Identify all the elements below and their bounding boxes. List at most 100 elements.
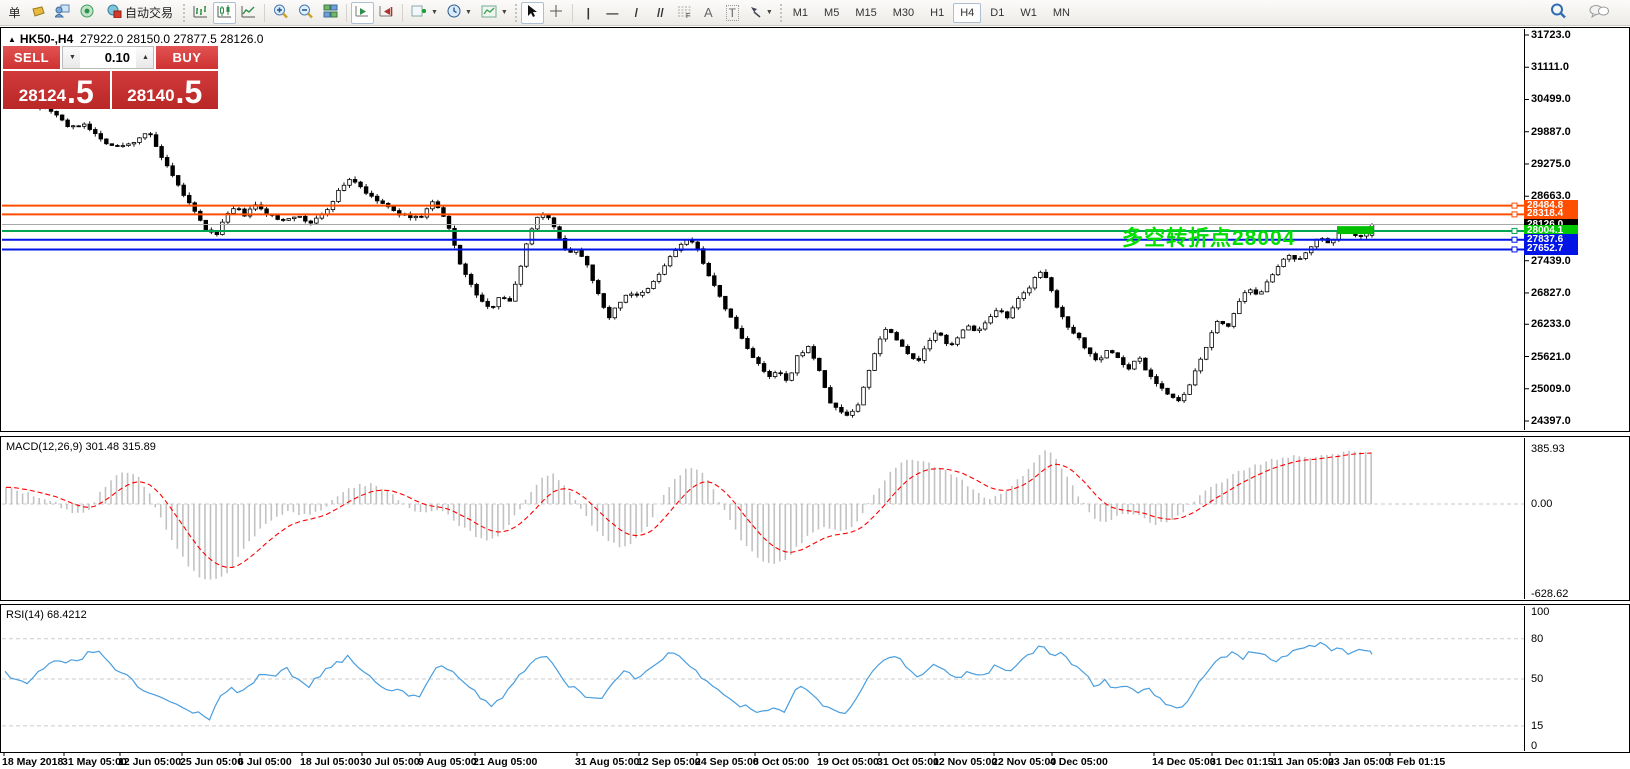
auto-trading-button[interactable]: 自动交易 [99,2,180,24]
signals-button[interactable] [75,2,98,24]
time-axis-label: 12 Nov 05:00 [933,756,997,768]
search-button[interactable] [1546,2,1571,24]
profile-icon [55,4,70,21]
fibonacci-button[interactable]: F [673,2,696,24]
macd-label: MACD(12,26,9) 301.48 315.89 [6,441,156,453]
arrows-tool-button[interactable]: ▼ [745,2,777,24]
signal-icon [80,4,94,21]
toolbar-grip [515,4,518,22]
collapse-arrow-icon[interactable]: ▲ [8,35,16,44]
svg-text:F: F [686,13,690,18]
buy-price-frac: .5 [176,78,203,106]
auto-trading-icon [106,4,122,21]
auto-scroll-button[interactable] [351,2,374,24]
auto-scroll-icon [355,4,370,21]
rsi-panel[interactable] [0,604,1630,753]
time-axis-label: 31 Aug 05:00 [575,756,639,768]
time-axis-label: 11 Jan 05:00 [1272,756,1334,768]
time-axis-label: 31 Oct 05:00 [877,756,939,768]
chart-shift-button[interactable] [375,2,398,24]
timeframe-button-h1[interactable]: H1 [923,3,951,23]
crosshair-button[interactable] [545,2,568,24]
horizontal-line-icon: — [606,6,618,20]
timeframe-button-d1[interactable]: D1 [983,3,1011,23]
sell-price: 28124 [19,86,66,106]
chat-button[interactable] [1585,2,1613,24]
buy-price-box[interactable]: 28140 .5 [112,71,219,109]
trendline-button[interactable]: / [625,2,648,24]
zoom-in-button[interactable] [269,2,293,24]
profiles-button[interactable] [51,2,74,24]
toolbar-separator [572,4,573,22]
templates-button[interactable]: ▼ [477,2,512,24]
timeframe-button-m1[interactable]: M1 [786,3,815,23]
label-tool-button[interactable]: T [721,2,744,24]
text-tool-icon: A [704,5,713,20]
new-chart-button[interactable] [27,2,50,24]
toolbar-separator [402,4,403,22]
sell-price-box[interactable]: 28124 .5 [3,71,110,109]
new-order-button[interactable]: 单 [3,2,26,24]
line-chart-button[interactable] [237,2,260,24]
periods-button[interactable]: ▼ [443,2,476,24]
candlestick-chart-button[interactable] [213,2,236,24]
auto-trading-label: 自动交易 [125,4,173,21]
timeframe-button-m5[interactable]: M5 [817,3,846,23]
timeframe-button-h4[interactable]: H4 [953,3,981,23]
crosshair-icon [549,4,563,21]
fibonacci-icon: F [677,5,692,21]
clock-icon [447,4,461,21]
cursor-icon [526,4,538,21]
time-axis-label: 30 Jul 05:00 [360,756,420,768]
time-axis-label: 12 Jun 05:00 [118,756,181,768]
channel-button[interactable]: // [649,2,672,24]
annotation-text[interactable]: 多空转折点28004 [1122,222,1295,252]
indicators-button[interactable]: ▼ [407,2,442,24]
vertical-line-icon: | [587,6,590,20]
timeframe-button-m15[interactable]: M15 [848,3,883,23]
rsi-label: RSI(14) 68.4212 [6,609,87,621]
toolbar-separator [264,4,265,22]
tile-windows-icon [323,4,338,21]
volume-value[interactable]: 0.10 [80,47,136,68]
price-chart-panel[interactable] [0,27,1630,432]
time-axis-label: 4 Dec 05:00 [1050,756,1108,768]
time-axis-label: 8 Feb 01:15 [1388,756,1445,768]
bar-chart-button[interactable] [189,2,212,24]
time-axis-label: 19 Oct 05:00 [817,756,879,768]
toolbar-grip [183,4,186,22]
timeframe-button-w1[interactable]: W1 [1013,3,1044,23]
ohlc-values: 27922.0 28150.0 27877.5 28126.0 [80,32,264,46]
macd-panel[interactable] [0,436,1630,601]
add-indicator-icon [411,4,427,21]
volume-increase-button[interactable]: ▲ [136,47,153,68]
channel-icon: // [657,6,664,20]
horizontal-line-button[interactable]: — [601,2,624,24]
tile-windows-button[interactable] [319,2,342,24]
buy-button[interactable]: BUY [156,46,218,69]
volume-decrease-button[interactable]: ▼ [63,47,80,68]
cursor-button[interactable] [521,2,544,24]
time-axis-label: 18 May 2018 [2,756,63,768]
chart-shift-icon [379,4,394,21]
chart-title: ▲HK50-,H4 27922.0 28150.0 27877.5 28126.… [8,32,263,46]
sell-button[interactable]: SELL [3,46,60,69]
time-axis-label: 21 Aug 05:00 [473,756,537,768]
time-axis-label: 9 Aug 05:00 [418,756,477,768]
sell-price-frac: .5 [67,78,94,106]
toolbar: 单 自动交易 ▼ ▼ [0,0,1630,26]
timeframe-button-m30[interactable]: M30 [886,3,921,23]
buy-price: 28140 [127,86,174,106]
toolbar-grip [780,4,783,22]
chat-icon [1589,4,1609,22]
zoom-out-icon [298,4,314,22]
zoom-out-button[interactable] [294,2,318,24]
template-icon [481,5,497,21]
timeframe-button-mn[interactable]: MN [1046,3,1077,23]
arrows-tool-icon [749,5,762,21]
vertical-line-button[interactable]: | [577,2,600,24]
text-tool-button[interactable]: A [697,2,720,24]
time-axis-label: 8 Oct 05:00 [753,756,809,768]
dropdown-caret-icon: ▼ [766,9,773,16]
time-axis-label: 24 Sep 05:00 [695,756,759,768]
